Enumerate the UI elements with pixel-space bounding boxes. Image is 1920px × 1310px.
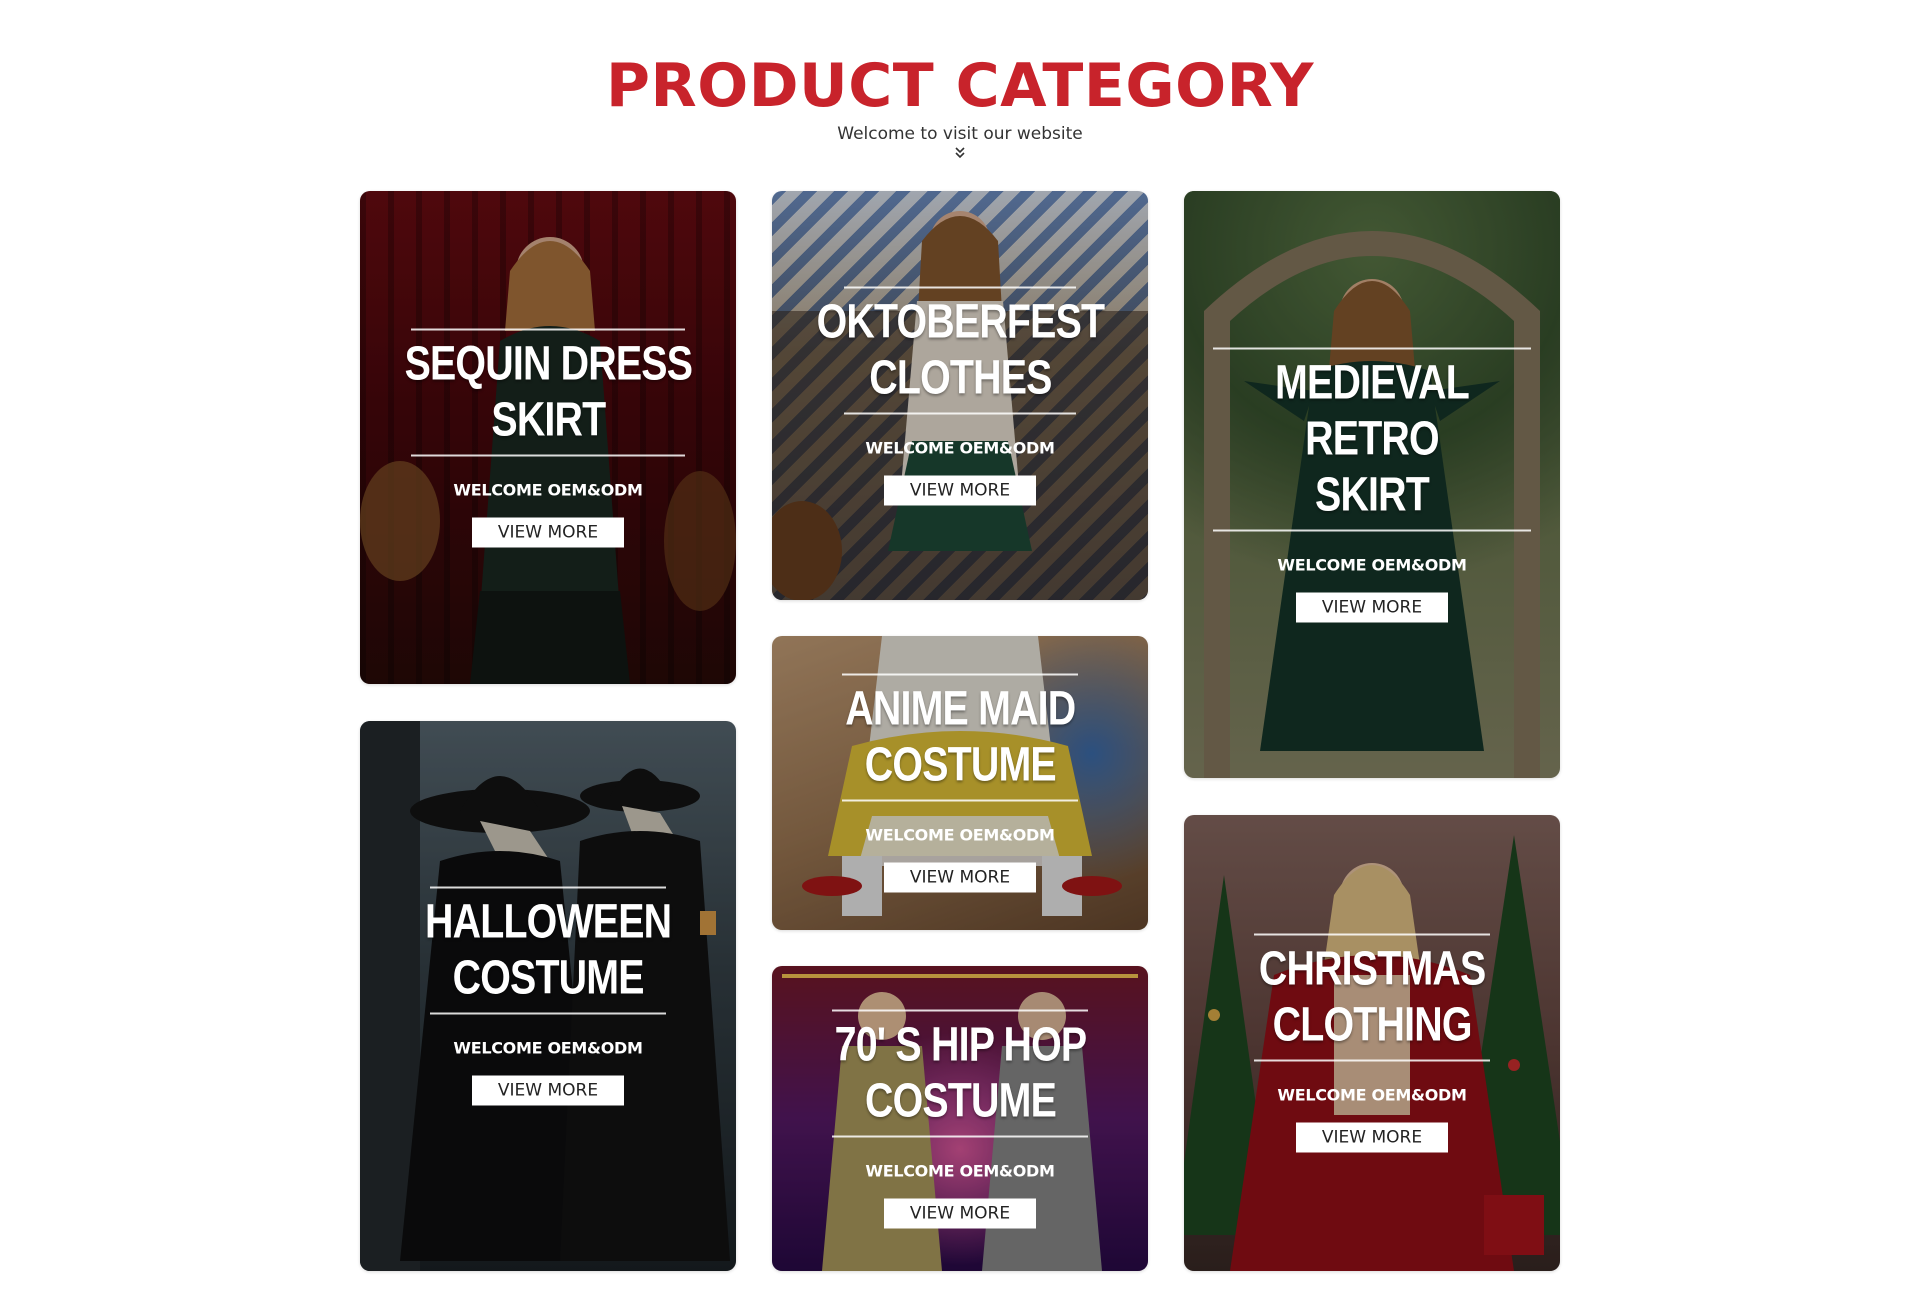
view-more-button[interactable]: VIEW MORE [472,1075,624,1106]
page-title: PRODUCT CATEGORY [606,51,1314,121]
view-more-button[interactable]: VIEW MORE [884,475,1036,505]
card-overlay: CHRISTMAS CLOTHING WELCOME OEM&ODM VIEW … [1184,933,1560,1153]
divider [842,799,1078,802]
card-tagline: WELCOME OEM&ODM [865,1161,1055,1180]
divider [844,412,1076,414]
category-card-christmas[interactable]: CHRISTMAS CLOTHING WELCOME OEM&ODM VIEW … [1184,815,1560,1271]
page-subtitle: Welcome to visit our website [837,124,1083,144]
card-title: ANIME MAID COSTUME [844,682,1076,792]
view-more-button[interactable]: VIEW MORE [884,862,1036,893]
card-overlay: OKTOBERFEST CLOTHES WELCOME OEM&ODM VIEW… [772,286,1148,505]
card-tagline: WELCOME OEM&ODM [1277,1085,1467,1105]
category-card-hip-hop[interactable]: 70' S HIP HOP COSTUME WELCOME OEM&ODM VI… [772,966,1148,1271]
view-more-button[interactable]: VIEW MORE [1296,592,1448,622]
card-tagline: WELCOME OEM&ODM [1277,555,1467,574]
divider [1213,529,1531,531]
divider [832,1135,1088,1137]
card-tagline: WELCOME OEM&ODM [865,438,1055,457]
card-overlay: ANIME MAID COSTUME WELCOME OEM&ODM VIEW … [772,673,1148,893]
category-card-halloween[interactable]: HALLOWEEN COSTUME WELCOME OEM&ODM VIEW M… [360,721,736,1271]
card-tagline: WELCOME OEM&ODM [453,480,643,499]
card-overlay: 70' S HIP HOP COSTUME WELCOME OEM&ODM VI… [772,1009,1148,1228]
view-more-button[interactable]: VIEW MORE [472,517,624,547]
card-tagline: WELCOME OEM&ODM [865,825,1055,845]
double-chevron-down-icon [955,147,965,159]
card-title: OKTOBERFEST CLOTHES [816,295,1104,404]
card-title: SEQUIN DRESS SKIRT [404,337,692,446]
category-card-anime-maid[interactable]: ANIME MAID COSTUME WELCOME OEM&ODM VIEW … [772,636,1148,930]
view-more-button[interactable]: VIEW MORE [884,1198,1036,1228]
category-card-sequin-dress[interactable]: SEQUIN DRESS SKIRT WELCOME OEM&ODM VIEW … [360,191,736,684]
card-overlay: MEDIEVAL RETRO SKIRT WELCOME OEM&ODM VIE… [1184,347,1560,622]
category-card-medieval[interactable]: MEDIEVAL RETRO SKIRT WELCOME OEM&ODM VIE… [1184,191,1560,778]
card-overlay: SEQUIN DRESS SKIRT WELCOME OEM&ODM VIEW … [360,328,736,547]
category-card-oktoberfest[interactable]: OKTOBERFEST CLOTHES WELCOME OEM&ODM VIEW… [772,191,1148,600]
divider [411,454,685,456]
divider [430,1012,666,1015]
card-overlay: HALLOWEEN COSTUME WELCOME OEM&ODM VIEW M… [360,886,736,1106]
card-title: MEDIEVAL RETRO SKIRT [1275,356,1470,521]
view-more-button[interactable]: VIEW MORE [1296,1122,1448,1153]
card-title: HALLOWEEN COSTUME [424,895,672,1005]
divider [1254,1059,1490,1062]
card-title: CHRISTMAS CLOTHING [1258,942,1486,1052]
card-title: 70' S HIP HOP COSTUME [834,1018,1087,1127]
card-tagline: WELCOME OEM&ODM [453,1038,643,1058]
